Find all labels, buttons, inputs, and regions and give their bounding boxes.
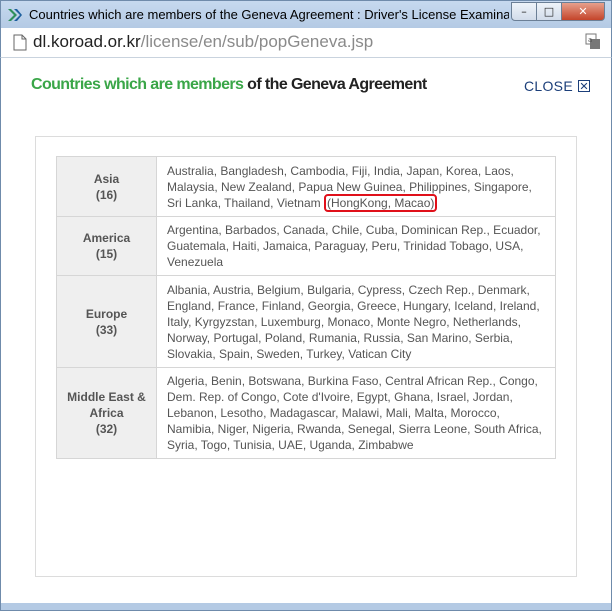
region-name: Europe [85,306,128,321]
table-row: Asia (16) Australia, Bangladesh, Cambodi… [56,156,556,217]
table-row: America (15) Argentina, Barbados, Canada… [56,216,556,276]
window-border-left [0,58,1,603]
window-controls: – □ ✕ [511,2,605,21]
region-count: (16) [95,187,118,202]
page-icon [13,34,27,51]
table-row: Middle East & Africa (32) Algeria, Benin… [56,367,556,459]
region-cell: Asia (16) [56,156,157,217]
svg-text:a: a [588,36,592,44]
url-path: /license/en/sub/popGeneva.jsp [140,32,374,51]
region-name: America [82,231,131,245]
region-name: Asia [93,171,120,186]
window-titlebar[interactable]: Countries which are members of the Genev… [0,0,612,28]
highlighted-territories: (HongKong, Macao) [323,193,438,212]
region-name: Middle East & Africa [67,390,146,420]
window-border-bottom [0,603,612,611]
country-list-text: Argentina, Barbados, Canada, Chile, Cuba… [167,223,541,269]
countries-table: Asia (16) Australia, Bangladesh, Cambodi… [56,156,556,459]
country-list: Algeria, Benin, Botswana, Burkina Faso, … [156,367,556,459]
address-bar[interactable]: dl.koroad.or.kr/license/en/sub/popGeneva… [0,28,612,58]
region-count: (15) [95,247,118,261]
table-row: Europe (33) Albania, Austria, Belgium, B… [56,275,556,368]
country-list-text: Algeria, Benin, Botswana, Burkina Faso, … [167,374,542,452]
region-cell: Middle East & Africa (32) [56,367,157,459]
region-cell: America (15) [56,216,157,276]
country-list-text: Albania, Austria, Belgium, Bulgaria, Cyp… [167,282,540,361]
close-button[interactable]: CLOSE [524,78,590,94]
country-list: Albania, Austria, Belgium, Bulgaria, Cyp… [156,275,556,368]
translate-icon[interactable]: a [585,33,601,51]
close-label: CLOSE [524,78,573,94]
window-title: Countries which are members of the Genev… [29,7,509,22]
country-list: Argentina, Barbados, Canada, Chile, Cuba… [156,216,556,276]
region-count: (33) [95,322,118,337]
window-close-button[interactable]: ✕ [561,2,605,21]
close-box-icon [577,80,590,92]
maximize-button[interactable]: □ [536,2,562,21]
country-list: Australia, Bangladesh, Cambodia, Fiji, I… [156,156,556,217]
region-count: (32) [95,422,118,436]
url-text[interactable]: dl.koroad.or.kr/license/en/sub/popGeneva… [33,32,373,52]
page-title-highlight: Countries which are members [31,76,244,93]
url-host: dl.koroad.or.kr [33,32,141,51]
region-cell: Europe (33) [56,275,157,368]
app-logo-icon [8,9,22,21]
page-title-rest: of the Geneva Agreement [243,76,427,93]
page-title: Countries which are members of the Genev… [31,76,427,94]
minimize-button[interactable]: – [511,2,537,21]
